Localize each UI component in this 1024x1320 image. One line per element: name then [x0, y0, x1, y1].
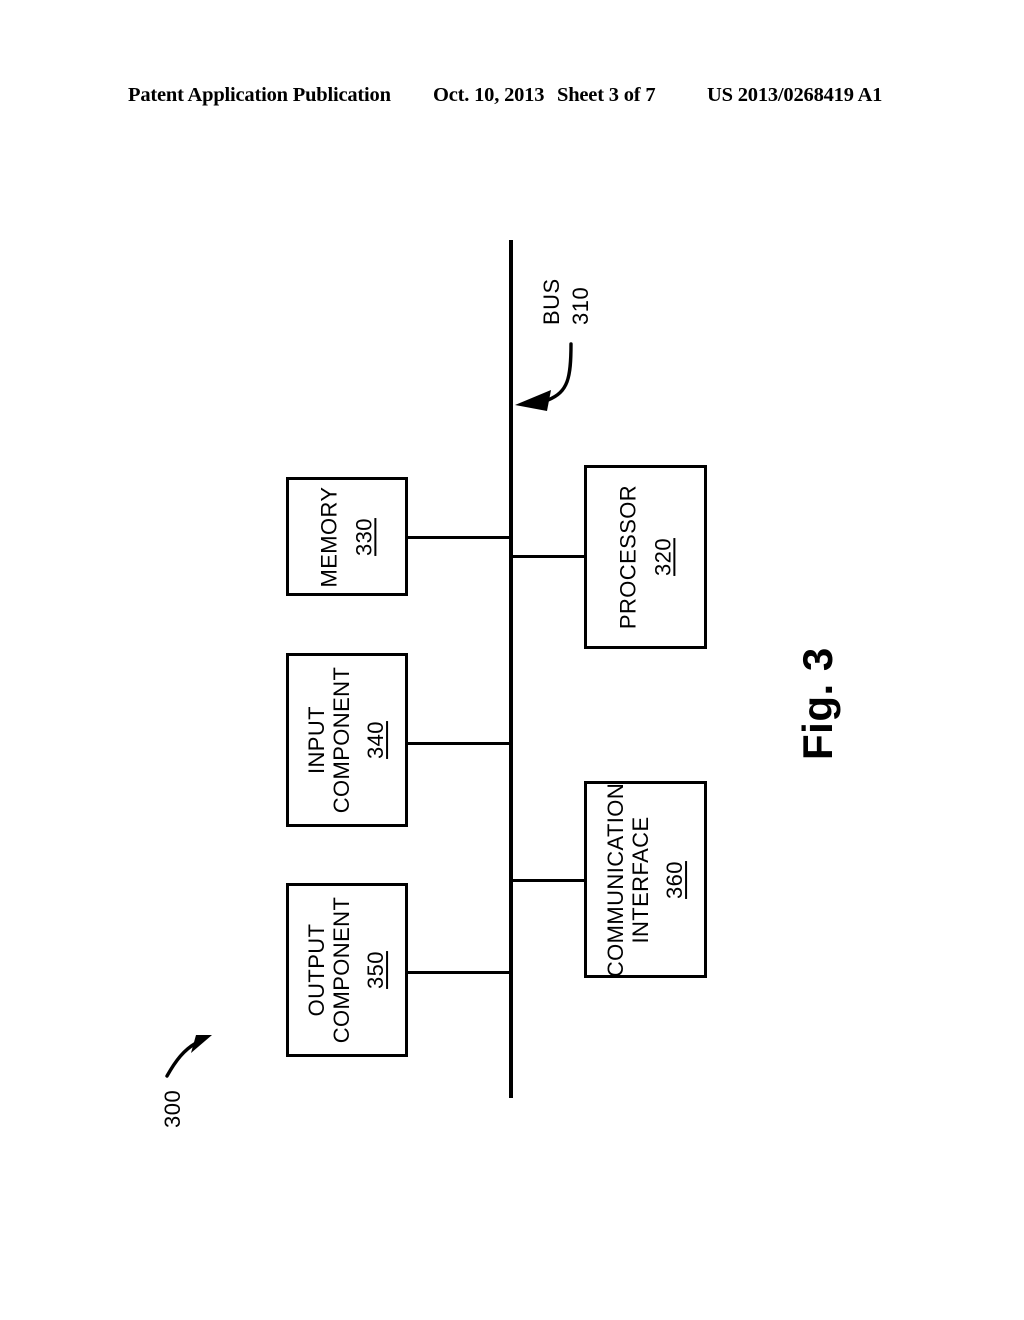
- bus-ref-text: 310: [568, 286, 593, 325]
- connector-output-bus: [407, 971, 511, 974]
- node-memory[interactable]: MEMORY 330: [286, 477, 408, 596]
- node-communication-interface-ref: 360: [661, 860, 687, 899]
- system-reference-label: 300: [160, 1090, 186, 1128]
- node-input-component-label-line1: INPUT: [304, 706, 330, 775]
- connector-memory-bus: [407, 536, 511, 539]
- connector-bus-processor: [511, 555, 586, 558]
- header-publication-text: Patent Application Publication: [128, 84, 391, 106]
- bus-ref-label: 310: [568, 287, 593, 325]
- header-publication-number: US 2013/0268419 A1: [707, 84, 883, 106]
- bus-label: BUS: [539, 278, 564, 325]
- header-sheet-text: Sheet 3 of 7: [557, 84, 656, 106]
- node-output-component-label-line1: OUTPUT: [304, 923, 330, 1017]
- node-processor-label: PROCESSOR: [614, 484, 640, 630]
- system-reference-text: 300: [160, 1089, 185, 1128]
- node-input-component[interactable]: INPUT COMPONENT 340: [286, 653, 408, 827]
- node-memory-ref: 330: [351, 517, 376, 556]
- node-memory-label: MEMORY: [316, 485, 342, 588]
- node-output-component-label-line2: COMPONENT: [328, 896, 354, 1044]
- bus-line: [509, 240, 513, 1098]
- node-communication-interface-label-line1: COMMUNICATION: [602, 782, 628, 977]
- bus-leader-arrow-icon: [515, 342, 573, 411]
- node-output-component-ref: 350: [363, 951, 389, 989]
- node-processor-ref: 320: [649, 538, 675, 576]
- figure-caption-text: Fig. 3: [794, 647, 841, 760]
- publication-header: Patent Application Publication Oct. 10, …: [0, 84, 1024, 118]
- connector-input-bus: [407, 742, 511, 745]
- node-communication-interface[interactable]: COMMUNICATION INTERFACE 360: [584, 781, 707, 978]
- node-memory-content: MEMORY 330: [316, 485, 376, 588]
- node-communication-interface-label-line2: INTERFACE: [627, 815, 653, 944]
- node-input-component-content: INPUT COMPONENT 340: [304, 666, 389, 814]
- figure-caption: Fig. 3: [794, 647, 842, 760]
- node-processor[interactable]: PROCESSOR 320: [584, 465, 707, 649]
- node-input-component-label-line2: COMPONENT: [328, 666, 354, 814]
- header-date-text: Oct. 10, 2013: [433, 84, 545, 106]
- node-input-component-ref: 340: [363, 721, 389, 759]
- node-communication-interface-content: COMMUNICATION INTERFACE 360: [602, 782, 688, 977]
- connector-bus-communication: [511, 879, 586, 882]
- node-output-component-content: OUTPUT COMPONENT 350: [304, 896, 389, 1044]
- bus-label-text: BUS: [539, 278, 564, 325]
- patent-figure-page: Patent Application Publication Oct. 10, …: [0, 0, 1024, 1320]
- system-ref-leader-arrow-icon: [165, 1035, 212, 1078]
- node-output-component[interactable]: OUTPUT COMPONENT 350: [286, 883, 408, 1057]
- node-processor-content: PROCESSOR 320: [614, 484, 675, 630]
